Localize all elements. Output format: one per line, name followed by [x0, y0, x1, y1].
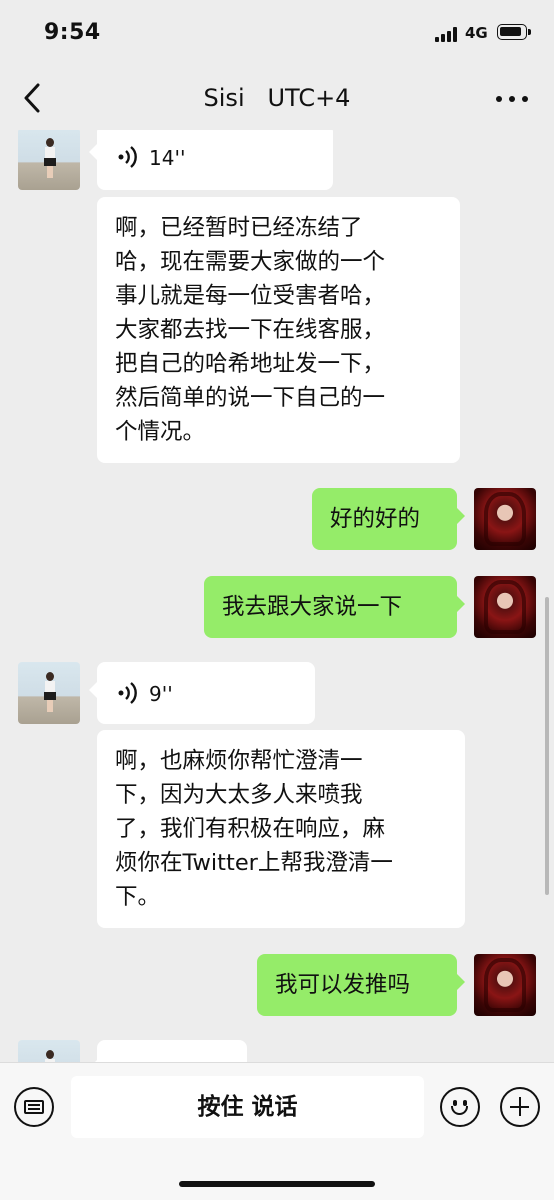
status-time: 9:54 — [44, 20, 101, 45]
keyboard-icon — [24, 1100, 44, 1114]
voice-message[interactable]: 14'' — [89, 130, 333, 190]
chat-header: Sisi UTC+4 — [0, 66, 554, 130]
contact-avatar[interactable] — [18, 130, 80, 190]
home-indicator — [179, 1181, 375, 1187]
text-message[interactable]: 我可以发推吗 — [257, 954, 465, 1016]
more-dot-icon — [509, 96, 515, 102]
contact-avatar[interactable] — [18, 662, 80, 724]
cellular-signal-icon — [435, 26, 459, 42]
chat-title: Sisi UTC+4 — [203, 84, 351, 112]
voice-message[interactable] — [89, 1040, 247, 1062]
voice-wave-icon — [118, 146, 137, 168]
hold-to-talk-button[interactable]: 按住 说话 — [71, 1076, 424, 1138]
my-avatar[interactable] — [474, 488, 536, 550]
add-more-button[interactable] — [500, 1087, 540, 1127]
my-avatar[interactable] — [474, 954, 536, 1016]
network-type: 4G — [465, 24, 488, 42]
text-message[interactable]: 啊，已经暂时已经冻结了 哈，现在需要大家做的一个 事儿就是每一位受害者哈， 大家… — [97, 197, 460, 463]
more-dot-icon — [496, 96, 502, 102]
text-message[interactable]: 我去跟大家说一下 — [204, 576, 465, 638]
keyboard-toggle-button[interactable] — [14, 1087, 54, 1127]
battery-icon — [497, 24, 531, 40]
more-options-button[interactable] — [494, 82, 534, 114]
text-message[interactable]: 啊，也麻烦你帮忙澄清一 下，因为大太多人来喷我 了，我们有积极在响应，麻 烦你在… — [97, 730, 465, 928]
emoji-button[interactable] — [440, 1087, 480, 1127]
voice-duration: 9'' — [149, 682, 173, 706]
voice-message[interactable]: 9'' — [89, 662, 315, 724]
chat-messages[interactable]: 14'' 啊，已经暂时已经冻结了 哈，现在需要大家做的一个 事儿就是每一位受害者… — [0, 130, 554, 1062]
voice-duration: 14'' — [149, 146, 186, 170]
more-dot-icon — [522, 96, 528, 102]
chat-scrollbar[interactable] — [545, 597, 549, 895]
text-message[interactable]: 好的好的 — [312, 488, 465, 550]
my-avatar[interactable] — [474, 576, 536, 638]
voice-wave-icon — [118, 682, 137, 704]
input-bar: 按住 说话 — [0, 1062, 554, 1200]
emoji-smile-icon — [451, 1106, 468, 1115]
contact-avatar[interactable] — [18, 1040, 80, 1062]
status-bar: 9:54 4G — [0, 0, 554, 66]
